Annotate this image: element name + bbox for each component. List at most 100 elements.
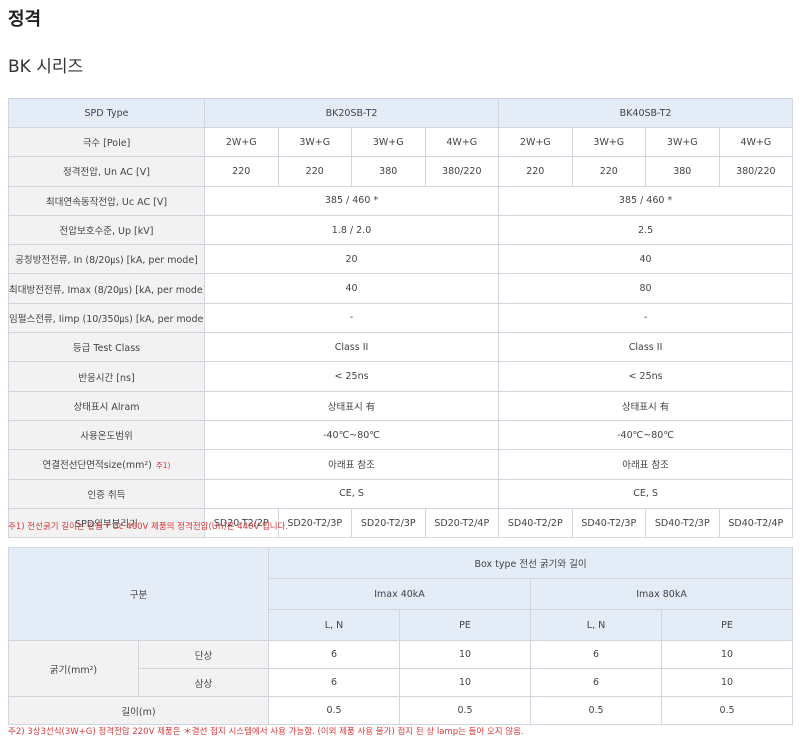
group-imax-40: Imax 40kA	[268, 578, 532, 610]
table-cell: 3W+G	[645, 126, 720, 158]
group-imax-80: Imax 80kA	[530, 578, 794, 610]
table-cell: 아래표 참조	[203, 449, 500, 480]
spec-table: SPD Type BK20SB-T2 BK40SB-T2 극수 [Pole] 2…	[8, 98, 794, 539]
table-cell: SD40-T2/3P	[645, 507, 720, 539]
row-label: 연결전선단면적size(mm²) 주1)	[8, 449, 205, 480]
model-bk40: BK40SB-T2	[498, 98, 794, 128]
sub-header: PE	[399, 609, 532, 641]
box-type-header: Box type 전선 굵기와 길이	[268, 547, 794, 579]
table-cell: -	[203, 302, 500, 334]
wire-row-length: 길이(m) 0.5 0.5 0.5 0.5	[7, 696, 794, 725]
table-cell: 3W+G	[277, 126, 352, 158]
table-cell: SD40-T2/3P	[571, 507, 647, 539]
table-cell: 0.5	[268, 696, 401, 725]
spec-row-response-time: 반응시간 [ns] < 25ns < 25ns	[8, 361, 794, 392]
table-cell: 385 / 460 *	[498, 185, 794, 216]
spec-row-test-class: 등급 Test Class Class II Class II	[8, 332, 794, 363]
model-bk20: BK20SB-T2	[203, 98, 500, 128]
table-cell: 2W+G	[204, 126, 279, 158]
category-label: 구분	[7, 547, 270, 641]
sub-header: L, N	[530, 609, 663, 641]
table-cell: 6	[268, 668, 401, 697]
footnote-ref: 주1)	[155, 461, 171, 471]
row-label: 최대연속동작전압, Uc AC [V]	[8, 185, 205, 216]
table-cell: 4W+G	[718, 126, 794, 158]
spec-row-nominal-current: 공칭방전전류, In (8/20㎲) [kA, per mode] 20 40	[8, 244, 794, 275]
table-cell: < 25ns	[203, 361, 500, 392]
table-cell: SD40-T2/4P	[718, 507, 794, 539]
table-cell: 2.5	[498, 214, 794, 246]
table-cell: 220	[277, 156, 352, 187]
row-label: 삼상	[137, 668, 270, 697]
table-cell: 80	[498, 273, 794, 304]
table-cell: 3W+G	[571, 126, 647, 158]
series-title: BK 시리즈	[8, 57, 84, 77]
row-label: 전압보호수준, Up [kV]	[8, 214, 205, 246]
table-cell: 4W+G	[424, 126, 500, 158]
table-cell: 1.8 / 2.0	[203, 214, 500, 246]
table-cell: -40℃~80℃	[203, 419, 500, 451]
table-cell: 385 / 460 *	[203, 185, 500, 216]
table-cell: 220	[571, 156, 647, 187]
table-cell: -	[498, 302, 794, 334]
table-cell: -40℃~80℃	[498, 419, 794, 451]
table-cell: 40	[203, 273, 500, 304]
table-cell: 10	[661, 640, 794, 669]
table-cell: 0.5	[661, 696, 794, 725]
table-cell: 상태표시 有	[203, 390, 500, 421]
table-cell: 6	[530, 640, 663, 669]
spec-row-rated-voltage: 정격전압, Un AC [V] 220 220 380 380/220 220 …	[8, 156, 794, 187]
row-label: 임펄스전류, Iimp (10/350㎲) [kA, per mode]	[8, 302, 205, 334]
table-cell: 6	[268, 640, 401, 669]
spec-row-temperature: 사용온도범위 -40℃~80℃ -40℃~80℃	[8, 419, 794, 451]
table-cell: 3W+G	[351, 126, 426, 158]
spec-row-protection-level: 전압보호수준, Up [kV] 1.8 / 2.0 2.5	[8, 214, 794, 246]
table-cell: 220	[204, 156, 279, 187]
row-label: 길이(m)	[7, 696, 270, 725]
table-cell: 10	[399, 668, 532, 697]
spd-type-label: SPD Type	[8, 98, 205, 128]
table-cell: 220	[498, 156, 573, 187]
table-cell: 10	[661, 668, 794, 697]
table-cell: 380/220	[424, 156, 500, 187]
wire-row-single-phase: 굵기(mm²) 단상 6 10 6 10	[8, 640, 794, 697]
table-cell: Class II	[498, 332, 794, 363]
row-label: 반응시간 [ns]	[8, 361, 205, 392]
row-label: 극수 [Pole]	[8, 126, 205, 158]
table-cell: CE, S	[498, 478, 794, 509]
table-cell: 0.5	[399, 696, 532, 725]
sub-header: PE	[661, 609, 794, 641]
spec-row-pole: 극수 [Pole] 2W+G 3W+G 3W+G 4W+G 2W+G 3W+G …	[8, 126, 794, 158]
table-cell: 0.5	[530, 696, 663, 725]
table-cell: SD40-T2/2P	[498, 507, 573, 539]
table-cell: 380	[351, 156, 426, 187]
table-cell: CE, S	[203, 478, 500, 509]
table-cell: 상태표시 有	[498, 390, 794, 421]
table-cell: SD20-T2/4P	[424, 507, 500, 539]
spec-header-row: SPD Type BK20SB-T2 BK40SB-T2	[8, 98, 794, 128]
table-cell: 10	[399, 640, 532, 669]
table-cell: Class II	[203, 332, 500, 363]
row-label: 등급 Test Class	[8, 332, 205, 363]
row-label: 최대방전전류, Imax (8/20㎲) [kA, per mode]	[8, 273, 205, 304]
table-cell: SD20-T2/3P	[277, 507, 352, 539]
sub-header: L, N	[268, 609, 401, 641]
spec-row-alarm: 상태표시 Alram 상태표시 有 상태표시 有	[8, 390, 794, 421]
table-cell: 아래표 참조	[498, 449, 794, 480]
spec-row-certification: 인증 취득 CE, S CE, S	[8, 478, 794, 509]
spec-row-impulse-current: 임펄스전류, Iimp (10/350㎲) [kA, per mode] - -	[8, 302, 794, 334]
table-cell: 6	[530, 668, 663, 697]
footnote-2: 주2) 3상3선식(3W+G) 정격전압 220V 제품은 ＊결선 접지 시스템…	[8, 727, 524, 737]
spec-row-max-continuous-voltage: 최대연속동작전압, Uc AC [V] 385 / 460 * 385 / 46…	[8, 185, 794, 216]
table-cell: 20	[203, 244, 500, 275]
page-title: 정격	[8, 9, 42, 30]
table-cell: 380/220	[718, 156, 794, 187]
table-cell: 2W+G	[498, 126, 573, 158]
wire-table: 구분 Box type 전선 굵기와 길이 Imax 40kA Imax 80k…	[7, 547, 794, 725]
row-label: 정격전압, Un AC [V]	[8, 156, 205, 187]
row-label: 인증 취득	[8, 478, 205, 509]
spec-row-max-current: 최대방전전류, Imax (8/20㎲) [kA, per mode] 40 8…	[8, 273, 794, 304]
wire-size-label: 연결전선단면적size(mm²)	[42, 460, 152, 472]
footnote-1: 주1) 전선굵기 길이는 같음 * Uc 460V 제품의 정격전압(Un)은 …	[8, 522, 289, 532]
thickness-label: 굵기(mm²)	[8, 640, 139, 697]
